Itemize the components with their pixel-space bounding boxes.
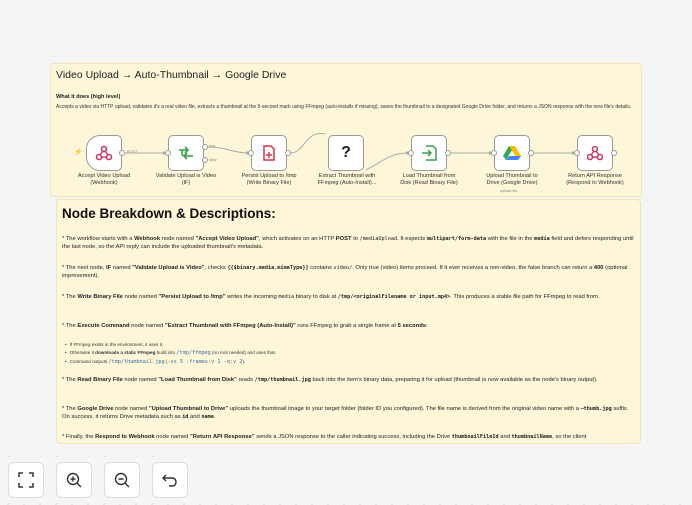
fit-view-icon xyxy=(18,472,34,488)
node-return-api-response[interactable] xyxy=(577,135,613,171)
input-port[interactable] xyxy=(574,150,580,156)
input-port[interactable] xyxy=(408,150,414,156)
node-label-extract-thumbnail: Extract Thumbnail with FFmpeg (Auto-Insta… xyxy=(317,173,377,186)
node-label-upload-to-drive: Upload Thumbnail to Drive (Google Drive) xyxy=(486,173,538,186)
undo-button[interactable] xyxy=(152,462,188,498)
paragraph-google-drive: * The Google Drive node named "Upload Th… xyxy=(62,406,629,421)
list-item: Otherwise it downloads a static FFmpeg b… xyxy=(65,349,625,358)
node-label-return-api-response: Return API Response (Respond to Webhook) xyxy=(566,173,624,186)
zoom-out-icon xyxy=(114,472,130,488)
zoom-out-button[interactable] xyxy=(104,462,140,498)
node-persist-upload[interactable] xyxy=(251,135,287,171)
webhook-icon xyxy=(95,145,113,161)
breakdown-heading: Node Breakdown & Descriptions: xyxy=(62,206,276,221)
zoom-in-button[interactable] xyxy=(56,462,92,498)
output-port[interactable] xyxy=(445,150,451,156)
ffmpeg-bullet-list: If FFmpeg exists in the environment, it … xyxy=(65,341,625,366)
output-port-false[interactable] xyxy=(202,157,208,163)
branch-icon xyxy=(179,146,193,160)
paragraph-read-binary: * The Read Binary File node named "Load … xyxy=(62,377,598,383)
node-upload-to-drive[interactable] xyxy=(494,135,530,171)
output-port[interactable] xyxy=(611,150,617,156)
node-load-thumbnail[interactable] xyxy=(411,135,447,171)
node-label-persist-upload: Persist Upload to /tmp (Write Binary File… xyxy=(241,173,297,186)
node-label-load-thumbnail: Load Thumbnail from Disk (Read Binary Fil… xyxy=(400,173,458,186)
paragraph-write-binary: * The Write Binary File node named "Pers… xyxy=(62,294,600,300)
input-port[interactable] xyxy=(491,150,497,156)
paragraph-respond: * Finally, the Respond to Webhook node n… xyxy=(62,434,587,440)
paragraph-execute-command: * The Execute Command node named "Extrac… xyxy=(62,323,428,329)
edge-label-true: true xyxy=(209,144,216,148)
undo-icon xyxy=(162,474,177,487)
trigger-bolt-icon: ⚡ xyxy=(74,149,83,156)
output-port[interactable] xyxy=(528,150,534,156)
edge-label-post: POST xyxy=(127,150,138,154)
list-item: Command outputs /tmp/thumbnail.jpg (-ss … xyxy=(65,358,625,367)
node-subtitle-upload-file: upload file xyxy=(500,189,518,193)
input-port[interactable] xyxy=(248,150,254,156)
input-port[interactable] xyxy=(165,150,171,156)
question-icon: ? xyxy=(341,144,351,161)
fit-view-button[interactable] xyxy=(8,462,44,498)
node-validate-upload[interactable] xyxy=(168,135,204,171)
output-port[interactable] xyxy=(119,150,125,156)
output-port-true[interactable] xyxy=(202,144,208,150)
node-extract-thumbnail[interactable]: ? xyxy=(328,135,364,171)
webhook-icon xyxy=(586,145,604,161)
paragraph-if: * The next node, IF named "Validate Uplo… xyxy=(62,265,628,280)
zoom-in-icon xyxy=(66,472,82,488)
file-read-icon xyxy=(422,145,437,161)
google-drive-icon xyxy=(503,146,521,160)
list-item: If FFmpeg exists in the environment, it … xyxy=(65,341,625,349)
paragraph-webhook: * The workflow starts with a Webhook nod… xyxy=(62,236,634,251)
output-port[interactable] xyxy=(285,150,291,156)
edge-label-false: false xyxy=(209,158,218,162)
file-write-icon xyxy=(263,145,275,161)
node-label-validate-upload: Validate Upload is Video (IF) xyxy=(155,173,217,186)
node-accept-video-upload[interactable] xyxy=(86,135,122,171)
breakdown-sticky-note[interactable]: Node Breakdown & Descriptions: * The wor… xyxy=(56,199,641,444)
node-label-accept-video-upload: Accept Video Upload (Webhook) xyxy=(77,173,131,186)
